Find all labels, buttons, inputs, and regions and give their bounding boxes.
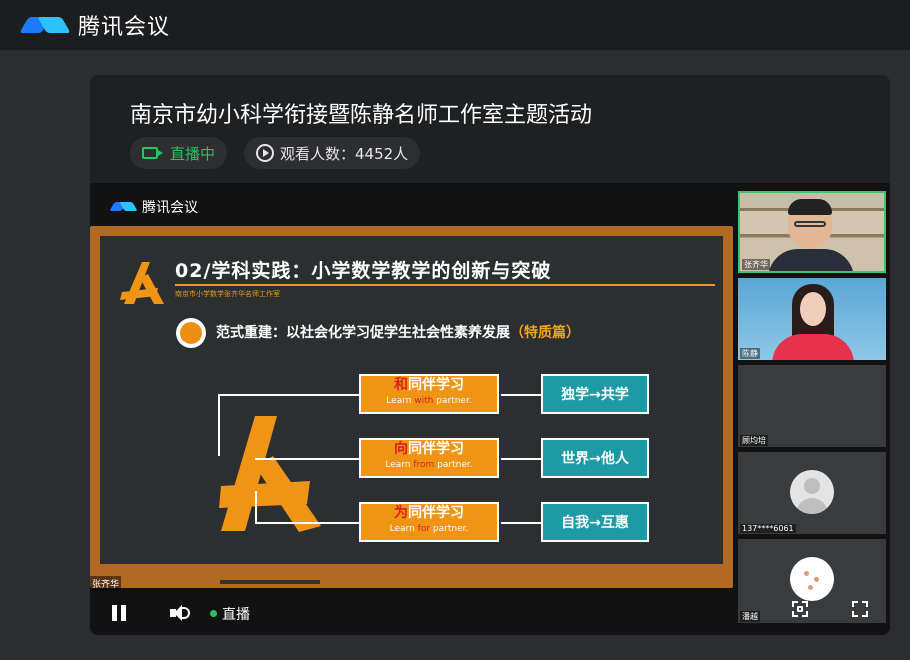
learn-with-en-key: with — [414, 396, 434, 406]
connector-line — [255, 458, 359, 460]
tencent-meeting-logo-icon — [19, 13, 71, 37]
slide-subtitle: 南京市小学数学张齐华名师工作室 — [175, 290, 280, 298]
slide-title: 02/学科实践：小学数学教学的创新与突破 — [175, 260, 552, 282]
learn-for-box: 为同伴学习 Learn for partner. — [359, 502, 499, 542]
learn-from-en-key: from — [413, 460, 435, 470]
section-tag: （特质篇） — [510, 325, 580, 341]
slide-section-heading: 范式重建：以社会化学习促学生社会性素养发展（特质篇） — [216, 322, 580, 342]
slide-logo-icon — [120, 262, 164, 304]
learn-from-text: 同伴学习 — [408, 441, 464, 457]
avatar — [790, 470, 834, 514]
learn-with-prefix: 和 — [394, 377, 408, 393]
avatar — [790, 557, 834, 601]
learn-from-box: 向同伴学习 Learn from partner. — [359, 438, 499, 478]
participant-tile[interactable]: 137****6061 — [738, 452, 886, 534]
connector-line — [255, 522, 359, 524]
participant-tile[interactable]: 陈静 — [738, 278, 886, 360]
learn-for-prefix: 为 — [394, 505, 408, 521]
live-indicator-label: 直播 — [222, 607, 250, 623]
participant-name: 陈静 — [740, 348, 760, 359]
connector-line — [255, 491, 257, 523]
participant-tile[interactable]: 潘越 — [738, 539, 886, 623]
viewer-count-badge: 观看人数：4452人 — [244, 137, 421, 169]
live-card: 南京市幼小科学衔接暨陈静名师工作室主题活动 直播中 观看人数：4452人 腾讯会… — [90, 75, 890, 635]
top-bar: 腾讯会议 — [0, 0, 910, 50]
live-status-label: 直播中 — [170, 144, 216, 163]
slide-a-graphic — [219, 416, 321, 532]
video-watermark-logo: 腾讯会议 — [109, 197, 198, 217]
active-speaker-tag: 张齐华 — [90, 576, 122, 591]
viewer-count-label: 观看人数：4452人 — [280, 144, 409, 163]
pip-icon[interactable] — [792, 601, 808, 617]
play-circle-icon — [256, 144, 274, 162]
player-controls: 直播 — [90, 591, 733, 635]
video-player[interactable]: 腾讯会议 02/学科实践：小学数学教学的创新与突破 南京市小学数学张齐华名师工作… — [90, 183, 890, 635]
section-text: 范式重建：以社会化学习促学生社会性素养发展 — [216, 325, 510, 341]
connector-line — [501, 394, 541, 396]
video-camera-icon — [142, 147, 163, 159]
slide-canvas: 02/学科实践：小学数学教学的创新与突破 南京市小学数学张齐华名师工作室 范式重… — [100, 236, 723, 564]
learn-with-text: 同伴学习 — [408, 377, 464, 393]
pause-button[interactable] — [112, 605, 128, 621]
participant-name: 潘越 — [740, 611, 760, 622]
result-box-2: 世界→他人 — [541, 438, 649, 478]
connector-line — [218, 394, 359, 396]
learn-for-en-key: for — [417, 524, 431, 534]
learn-for-en-b: partner. — [430, 524, 469, 534]
chalk-ledge — [220, 580, 320, 584]
volume-icon[interactable] — [170, 603, 192, 623]
learn-from-en-b: partner. — [434, 460, 473, 470]
live-indicator-dot — [210, 610, 217, 617]
live-status-badge: 直播中 — [130, 137, 228, 169]
bell-icon — [176, 318, 206, 348]
connector-line — [501, 458, 541, 460]
slide-title-divider — [175, 284, 715, 286]
learn-with-en-b: partner. — [433, 396, 472, 406]
learn-for-en-a: Learn — [389, 524, 418, 534]
tencent-meeting-logo-icon — [109, 200, 138, 214]
result-box-1: 独学→共学 — [541, 374, 649, 414]
participant-tile[interactable]: 顾均培 — [738, 365, 886, 447]
fullscreen-icon[interactable] — [852, 601, 868, 617]
learn-from-en-a: Learn — [385, 460, 414, 470]
page-title: 南京市幼小科学衔接暨陈静名师工作室主题活动 — [130, 103, 593, 128]
app-name: 腾讯会议 — [78, 15, 171, 40]
participant-name: 137****6061 — [740, 524, 796, 533]
participant-tile[interactable]: 张齐华 — [738, 191, 886, 273]
connector-line — [501, 522, 541, 524]
learn-from-prefix: 向 — [394, 441, 408, 457]
video-brand-label: 腾讯会议 — [142, 200, 198, 216]
learn-for-text: 同伴学习 — [408, 505, 464, 521]
shared-slide: 02/学科实践：小学数学教学的创新与突破 南京市小学数学张齐华名师工作室 范式重… — [90, 226, 733, 588]
learn-with-box: 和同伴学习 Learn with partner. — [359, 374, 499, 414]
result-box-3: 自我→互惠 — [541, 502, 649, 542]
participant-name: 张齐华 — [742, 259, 770, 270]
connector-line — [218, 394, 220, 456]
learn-with-en-a: Learn — [386, 396, 415, 406]
participant-name: 顾均培 — [740, 435, 768, 446]
